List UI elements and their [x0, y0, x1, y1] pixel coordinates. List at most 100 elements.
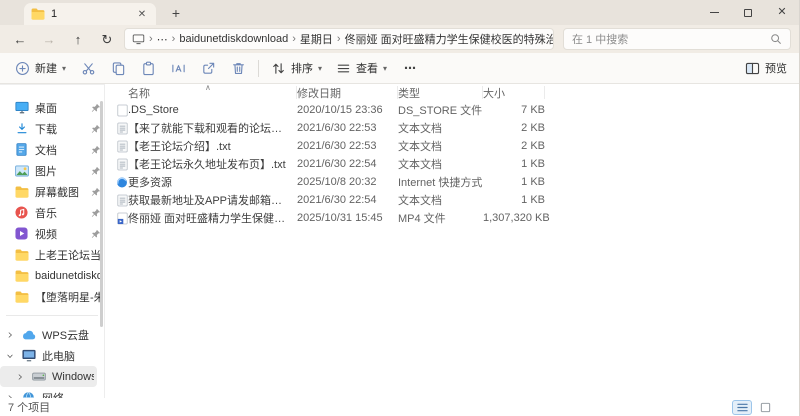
rename-button[interactable]	[163, 57, 193, 80]
sidebar-item-folder[interactable]: 屏幕截图	[0, 181, 104, 202]
file-size: 1 KB	[521, 194, 545, 206]
file-name: .DS_Store	[128, 104, 179, 116]
folder-icon	[14, 291, 29, 303]
breadcrumb-segment[interactable]: 佟丽娅 面对旺盛精力学生保健校医的特殊治疗	[345, 31, 553, 47]
folder-icon	[14, 186, 29, 198]
tab-title: 1	[51, 8, 58, 20]
chevron-down-icon: ▾	[62, 63, 67, 73]
icons-view-toggle[interactable]	[755, 400, 775, 415]
share-button[interactable]	[193, 57, 223, 80]
details-view-toggle[interactable]	[732, 399, 752, 415]
tab-close-icon[interactable]: ✕	[135, 9, 149, 20]
column-header-size[interactable]: 大小	[483, 86, 545, 100]
maximize-button[interactable]	[731, 0, 765, 25]
file-date-modified: 2021/6/30 22:53	[297, 122, 377, 134]
file-explorer-window: 1 ✕ + ✕ ← → ↑ ↻ › ⋯ › baidunetdiskdownload ›…	[0, 0, 800, 416]
close-button[interactable]: ✕	[765, 0, 799, 25]
file-size: 7 KB	[521, 104, 545, 116]
sidebar-item-folder[interactable]: 【堕落明星-朱可	[0, 286, 104, 307]
sidebar-item-music[interactable]: 音乐	[0, 202, 104, 223]
refresh-button[interactable]: ↻	[95, 33, 119, 46]
sidebar-item-folder[interactable]: baidunetdiskdownload	[0, 265, 104, 286]
file-row[interactable]: 佟丽娅 面对旺盛精力学生保健校医的特殊治疗 ...2025/10/31 15:4…	[105, 209, 799, 227]
chevron-down-icon	[5, 352, 15, 360]
file-type-icon	[116, 122, 128, 135]
file-size: 1 KB	[521, 158, 545, 170]
sidebar-scrollbar[interactable]	[100, 101, 103, 327]
sidebar-item-cloud[interactable]: WPS云盘	[0, 324, 104, 345]
explorer-tab[interactable]: 1 ✕	[24, 3, 156, 25]
file-size: 2 KB	[521, 122, 545, 134]
delete-button[interactable]	[223, 57, 253, 80]
chevron-down-icon: ▾	[383, 63, 388, 73]
title-bar: 1 ✕ + ✕	[0, 0, 799, 25]
music-icon	[14, 206, 29, 219]
column-header-type[interactable]: 类型	[398, 86, 483, 100]
cut-button[interactable]	[73, 57, 103, 80]
search-box[interactable]: 在 1 中搜索	[563, 28, 791, 50]
pc-icon	[21, 349, 36, 362]
file-date-modified: 2020/10/15 23:36	[297, 104, 383, 116]
new-button[interactable]: 新建 ▾	[8, 56, 73, 80]
up-button[interactable]: ↑	[66, 33, 90, 46]
paste-button[interactable]	[133, 57, 163, 80]
file-row[interactable]: 【老王论坛永久地址发布页】.txt 2021/6/30 22:54 文本文档 1 KB	[105, 155, 799, 173]
navigation-pane: 桌面下载文档图片屏幕截图音乐视频上老王论坛当老王 baidunetdiskdown…	[0, 84, 105, 398]
view-button[interactable]: 查看 ▾	[329, 56, 394, 80]
new-tab-button[interactable]: +	[164, 5, 188, 21]
sidebar-item-label: WPS云盘	[42, 329, 90, 342]
minimize-button[interactable]	[697, 0, 731, 25]
sidebar-item-label: 下载	[35, 123, 57, 136]
sidebar-item-download[interactable]: 下载	[0, 118, 104, 139]
breadcrumb-segment[interactable]: 星期日	[300, 31, 333, 47]
file-row[interactable]: 【来了就能下载和观看的论坛，纯免费！】.txt2021/6/30 22:53 文本…	[105, 119, 799, 137]
status-bar: 7 个项目	[0, 398, 799, 416]
file-type-label: 文本文档	[398, 141, 442, 153]
file-type-icon	[116, 176, 128, 189]
file-type-icon	[116, 194, 128, 207]
sidebar-item-label: 【堕落明星-朱可	[35, 291, 101, 304]
sidebar-item-label: 此电脑	[42, 350, 75, 363]
copy-button[interactable]	[103, 57, 133, 80]
videos-icon	[14, 227, 29, 240]
column-header-name[interactable]: 名称	[128, 86, 297, 100]
sidebar-item-document[interactable]: 文档	[0, 139, 104, 160]
file-size: 1 KB	[521, 176, 545, 188]
breadcrumb[interactable]: › ⋯ › baidunetdiskdownload › 星期日 › 佟丽娅 面对旺盛精力学生…	[124, 28, 554, 50]
sidebar-item-label: 文档	[35, 144, 57, 157]
pictures-icon	[14, 164, 29, 177]
sidebar-item-pictures[interactable]: 图片	[0, 160, 104, 181]
file-row[interactable]: .DS_Store 2020/10/15 23:36 DS_STORE 文件 7 KB	[105, 101, 799, 119]
file-type-label: MP4 文件	[398, 213, 446, 225]
window-controls: ✕	[697, 0, 799, 25]
download-icon	[14, 122, 29, 135]
file-list: .DS_Store 2020/10/15 23:36 DS_STORE 文件 7 KB…	[105, 101, 799, 398]
sidebar-item-pc[interactable]: 此电脑	[0, 345, 104, 366]
sidebar-item-drive[interactable]: Windows-SSD	[0, 366, 97, 387]
forward-button[interactable]: →	[37, 33, 61, 46]
sidebar-item-network[interactable]: 网络	[0, 387, 104, 398]
file-date-modified: 2025/10/8 20:32	[297, 176, 377, 188]
cloud-icon	[21, 330, 36, 340]
sort-button[interactable]: 排序 ▾	[264, 56, 329, 80]
search-placeholder: 在 1 中搜索	[572, 34, 629, 46]
command-toolbar: 新建 ▾ 排序 ▾ 查看 ▾ ⋯ 预览	[0, 53, 799, 84]
file-name: 【来了就能下载和观看的论坛，纯免费！】.txt	[128, 123, 297, 135]
sidebar-item-folder[interactable]: 上老王论坛当老王	[0, 244, 104, 265]
view-button-label: 查看	[356, 63, 379, 75]
back-button[interactable]: ←	[8, 33, 32, 46]
sort-icon	[271, 61, 286, 76]
file-row[interactable]: 【老王论坛介绍】.txt 2021/6/30 22:53 文本文档 2 KB	[105, 137, 799, 155]
more-options-button[interactable]: ⋯	[394, 59, 427, 77]
sidebar-item-videos[interactable]: 视频	[0, 223, 104, 244]
file-row[interactable]: 更多资源 2025/10/8 20:32 Internet 快捷方式 1 KB	[105, 173, 799, 191]
breadcrumb-separator: ›	[292, 33, 296, 45]
file-row[interactable]: 获取最新地址及APP请发邮箱自动获取.txt2021/6/30 22:54 文本文…	[105, 191, 799, 209]
column-header-date[interactable]: 修改日期	[297, 86, 398, 100]
this-pc-icon	[132, 33, 145, 45]
file-name: 获取最新地址及APP请发邮箱自动获取.txt	[128, 195, 297, 207]
breadcrumb-segment[interactable]: baidunetdiskdownload	[179, 33, 288, 45]
sidebar-item-desktop[interactable]: 桌面	[0, 97, 104, 118]
breadcrumb-segment[interactable]: ⋯	[157, 33, 168, 46]
preview-button[interactable]: 预览	[745, 60, 791, 76]
